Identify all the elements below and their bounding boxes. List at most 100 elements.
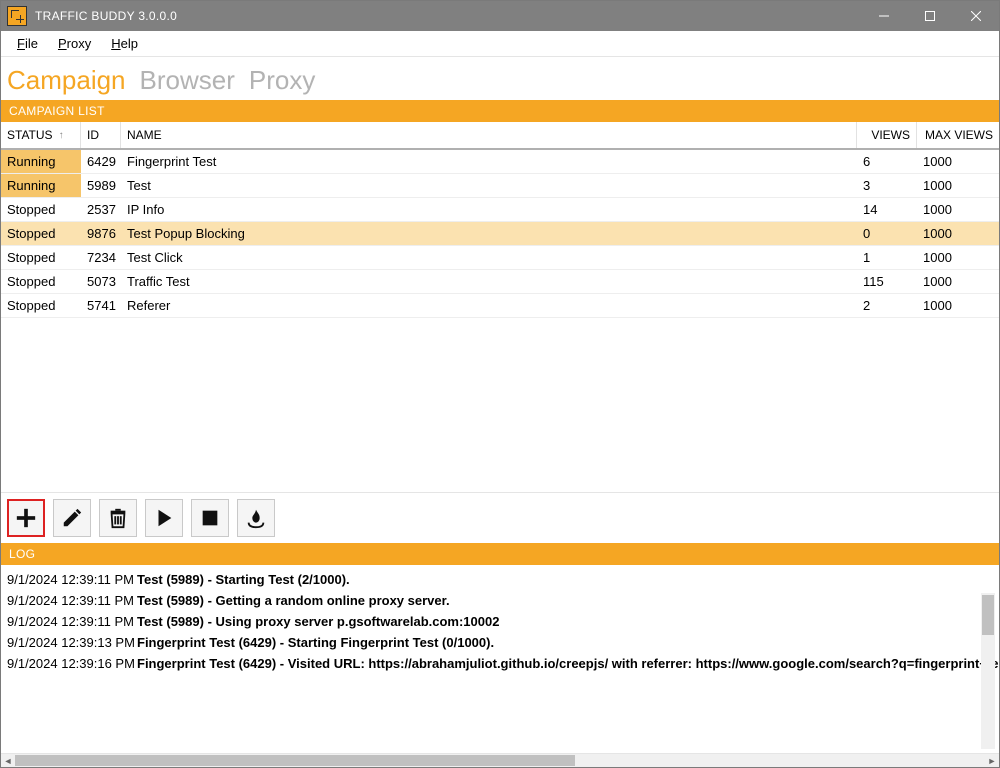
- main-tabs: Campaign Browser Proxy: [1, 57, 999, 100]
- stop-icon: [199, 507, 221, 529]
- cell-maxviews: 1000: [917, 246, 999, 269]
- fire-icon: [245, 507, 267, 529]
- cell-id: 9876: [81, 222, 121, 245]
- cell-status: Stopped: [1, 246, 81, 269]
- cell-views: 2: [857, 294, 917, 317]
- col-id[interactable]: ID: [81, 122, 121, 148]
- cell-id: 7234: [81, 246, 121, 269]
- cell-maxviews: 1000: [917, 222, 999, 245]
- menu-help[interactable]: Help: [101, 34, 148, 53]
- stop-button[interactable]: [191, 499, 229, 537]
- close-button[interactable]: [953, 1, 999, 31]
- log-message: Test (5989) - Starting Test (2/1000).: [137, 572, 350, 587]
- col-views[interactable]: VIEWS: [857, 122, 917, 148]
- cell-maxviews: 1000: [917, 150, 999, 173]
- log-timestamp: 9/1/2024 12:39:11 PM: [7, 593, 137, 608]
- table-row[interactable]: Running6429Fingerprint Test61000: [1, 150, 999, 174]
- log-header: LOG: [1, 543, 999, 565]
- cell-id: 6429: [81, 150, 121, 173]
- log-entry: 9/1/2024 12:39:16 PMFingerprint Test (64…: [7, 653, 997, 674]
- log-message: Fingerprint Test (6429) - Visited URL: h…: [137, 656, 999, 671]
- campaign-table: STATUS ↑ ID NAME VIEWS MAX VIEWS Running…: [1, 122, 999, 492]
- scroll-right-icon[interactable]: ►: [985, 754, 999, 767]
- cell-name: Traffic Test: [121, 270, 857, 293]
- log-message: Fingerprint Test (6429) - Starting Finge…: [137, 635, 494, 650]
- cell-views: 3: [857, 174, 917, 197]
- cell-status: Stopped: [1, 294, 81, 317]
- table-row[interactable]: Stopped9876Test Popup Blocking01000: [1, 222, 999, 246]
- cell-name: Test Click: [121, 246, 857, 269]
- campaign-list-header: CAMPAIGN LIST: [1, 100, 999, 122]
- table-header-row: STATUS ↑ ID NAME VIEWS MAX VIEWS: [1, 122, 999, 150]
- cell-name: IP Info: [121, 198, 857, 221]
- table-row[interactable]: Stopped5073Traffic Test1151000: [1, 270, 999, 294]
- app-icon: [7, 6, 27, 26]
- cell-id: 2537: [81, 198, 121, 221]
- log-panel: LOG 9/1/2024 12:39:11 PMTest (5989) - St…: [1, 543, 999, 767]
- add-button[interactable]: [7, 499, 45, 537]
- minimize-button[interactable]: [861, 1, 907, 31]
- play-icon: [153, 507, 175, 529]
- cell-id: 5073: [81, 270, 121, 293]
- cell-views: 0: [857, 222, 917, 245]
- vertical-scrollbar[interactable]: [981, 593, 995, 749]
- log-timestamp: 9/1/2024 12:39:11 PM: [7, 614, 137, 629]
- col-maxviews[interactable]: MAX VIEWS: [917, 122, 999, 148]
- cell-maxviews: 1000: [917, 174, 999, 197]
- cell-name: Test Popup Blocking: [121, 222, 857, 245]
- app-window: TRAFFIC BUDDY 3.0.0.0 File Proxy Help Ca…: [0, 0, 1000, 768]
- table-row[interactable]: Stopped5741Referer21000: [1, 294, 999, 318]
- scroll-thumb[interactable]: [15, 755, 575, 766]
- burn-button[interactable]: [237, 499, 275, 537]
- log-message: Test (5989) - Using proxy server p.gsoft…: [137, 614, 499, 629]
- cell-views: 6: [857, 150, 917, 173]
- edit-button[interactable]: [53, 499, 91, 537]
- horizontal-scrollbar[interactable]: ◄ ►: [1, 753, 999, 767]
- cell-maxviews: 1000: [917, 270, 999, 293]
- col-name[interactable]: NAME: [121, 122, 857, 148]
- plus-icon: [15, 507, 37, 529]
- scroll-thumb[interactable]: [982, 595, 994, 635]
- cell-name: Test: [121, 174, 857, 197]
- cell-name: Referer: [121, 294, 857, 317]
- log-body: 9/1/2024 12:39:11 PMTest (5989) - Starti…: [1, 565, 999, 753]
- menubar: File Proxy Help: [1, 31, 999, 57]
- trash-icon: [107, 507, 129, 529]
- menu-proxy[interactable]: Proxy: [48, 34, 101, 53]
- table-row[interactable]: Running5989Test31000: [1, 174, 999, 198]
- campaign-toolbar: [1, 492, 999, 543]
- tab-campaign[interactable]: Campaign: [7, 65, 126, 96]
- cell-maxviews: 1000: [917, 198, 999, 221]
- cell-status: Stopped: [1, 198, 81, 221]
- log-entry: 9/1/2024 12:39:11 PMTest (5989) - Starti…: [7, 569, 997, 590]
- table-row[interactable]: Stopped7234Test Click11000: [1, 246, 999, 270]
- log-entry: 9/1/2024 12:39:11 PMTest (5989) - Using …: [7, 611, 997, 632]
- cell-views: 115: [857, 270, 917, 293]
- table-row[interactable]: Stopped2537IP Info141000: [1, 198, 999, 222]
- delete-button[interactable]: [99, 499, 137, 537]
- cell-views: 1: [857, 246, 917, 269]
- log-timestamp: 9/1/2024 12:39:13 PM: [7, 635, 137, 650]
- cell-status: Running: [1, 174, 81, 197]
- cell-maxviews: 1000: [917, 294, 999, 317]
- col-status[interactable]: STATUS ↑: [1, 122, 81, 148]
- cell-id: 5741: [81, 294, 121, 317]
- log-timestamp: 9/1/2024 12:39:16 PM: [7, 656, 137, 671]
- pencil-icon: [61, 507, 83, 529]
- maximize-button[interactable]: [907, 1, 953, 31]
- cell-id: 5989: [81, 174, 121, 197]
- cell-status: Running: [1, 150, 81, 173]
- cell-status: Stopped: [1, 270, 81, 293]
- play-button[interactable]: [145, 499, 183, 537]
- sort-ascending-icon: ↑: [59, 130, 64, 141]
- window-title: TRAFFIC BUDDY 3.0.0.0: [35, 9, 177, 23]
- log-entry: 9/1/2024 12:39:11 PMTest (5989) - Gettin…: [7, 590, 997, 611]
- cell-views: 14: [857, 198, 917, 221]
- scroll-left-icon[interactable]: ◄: [1, 754, 15, 767]
- log-message: Test (5989) - Getting a random online pr…: [137, 593, 450, 608]
- tab-browser[interactable]: Browser: [140, 65, 235, 96]
- menu-file[interactable]: File: [7, 34, 48, 53]
- cell-status: Stopped: [1, 222, 81, 245]
- log-timestamp: 9/1/2024 12:39:11 PM: [7, 572, 137, 587]
- tab-proxy[interactable]: Proxy: [249, 65, 315, 96]
